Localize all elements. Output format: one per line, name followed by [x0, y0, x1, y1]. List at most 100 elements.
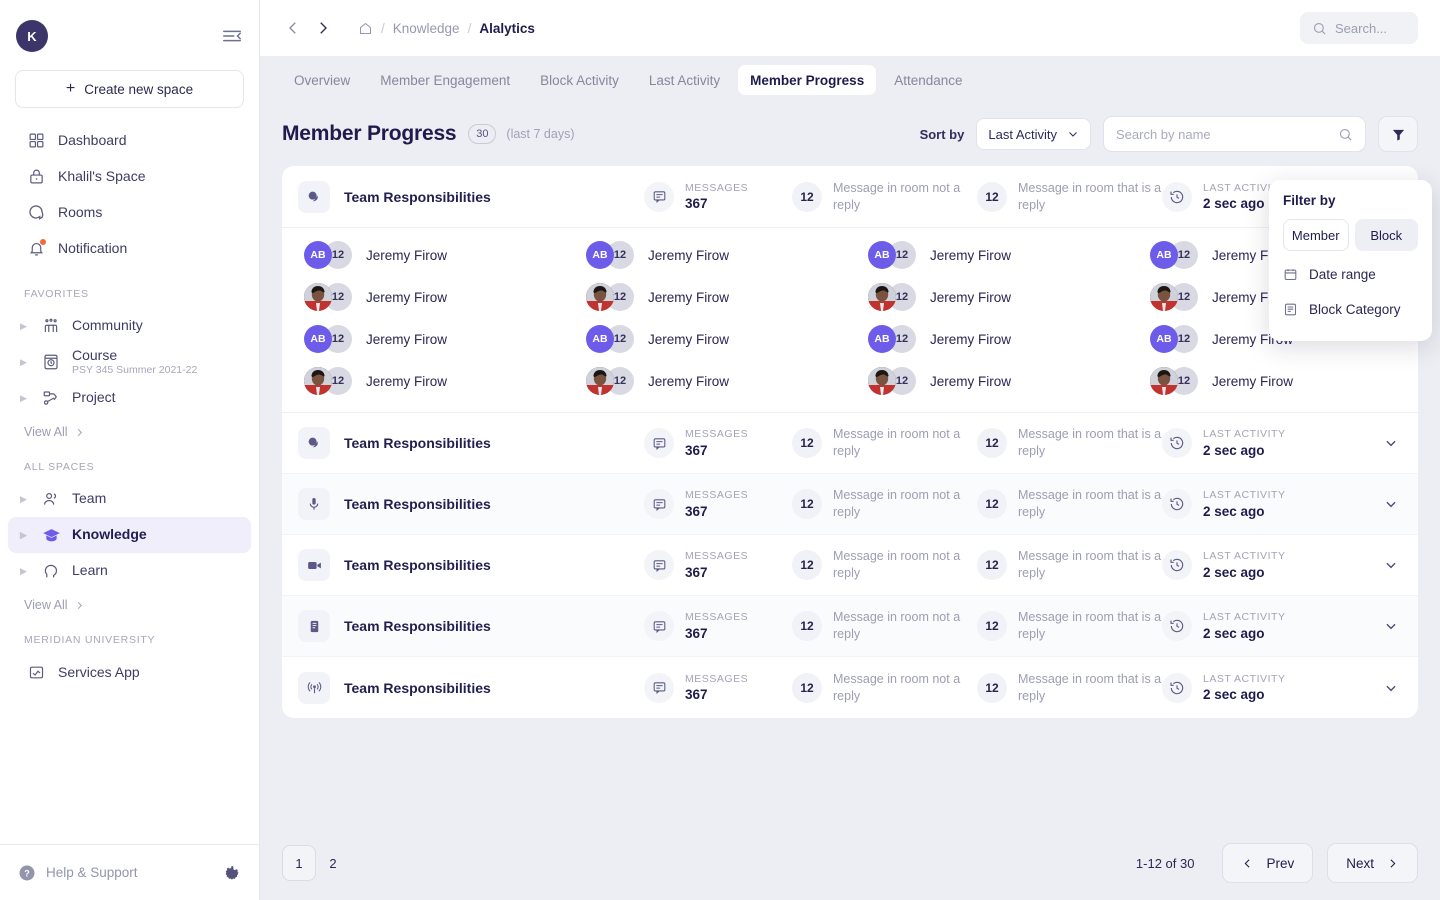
- member-cell[interactable]: 12 Jeremy Firow: [568, 276, 850, 318]
- sidebar-item-learn[interactable]: ▶ Learn: [8, 553, 251, 589]
- not-reply-stat: 12 Message in room not a reply: [792, 609, 977, 642]
- page-button-1[interactable]: 1: [282, 845, 316, 881]
- user-avatar[interactable]: K: [16, 20, 48, 52]
- member-cell[interactable]: AB 12 Jeremy Firow: [286, 318, 568, 360]
- member-cell[interactable]: 12 Jeremy Firow: [568, 360, 850, 402]
- notification-dot: [40, 239, 46, 245]
- tab-last-activity[interactable]: Last Activity: [637, 65, 732, 95]
- member-cell[interactable]: 12 Jeremy Firow: [850, 276, 1132, 318]
- avatar: [304, 367, 332, 395]
- expand-caret-icon[interactable]: ▶: [20, 531, 30, 540]
- next-page-button[interactable]: Next: [1327, 843, 1418, 883]
- filter-segment-block[interactable]: Block: [1355, 219, 1419, 251]
- help-and-support-button[interactable]: ? Help & Support: [18, 864, 138, 882]
- member-name: Jeremy Firow: [930, 374, 1011, 389]
- not-reply-count: 12: [792, 611, 822, 641]
- tab-member-progress[interactable]: Member Progress: [738, 65, 876, 95]
- table-row[interactable]: Team Responsibilities MESSAGES 367 12 Me…: [282, 474, 1418, 535]
- sidebar-item-team[interactable]: ▶ Team: [8, 481, 251, 517]
- filter-option-date-range[interactable]: Date range: [1283, 257, 1418, 292]
- sidebar-item-notification[interactable]: Notification: [8, 230, 251, 266]
- sidebar-item-label: Services App: [58, 664, 140, 680]
- history-clock-icon: [1162, 428, 1192, 458]
- topbar: / Knowledge / Alalytics Search...: [260, 0, 1440, 56]
- create-new-space-button[interactable]: + Create new space: [15, 70, 244, 108]
- analytics-tabs: Overview Member Engagement Block Activit…: [260, 56, 1440, 104]
- sidebar-item-course[interactable]: ▶ Course PSY 345 Summer 2021-22: [8, 344, 251, 380]
- not-reply-count: 12: [792, 673, 822, 703]
- search-by-name-box[interactable]: [1103, 116, 1366, 152]
- member-cell[interactable]: 12 Jeremy Firow: [850, 360, 1132, 402]
- tab-attendance[interactable]: Attendance: [882, 65, 974, 95]
- filter-button[interactable]: [1378, 116, 1418, 152]
- expand-row-chevron-icon[interactable]: [1380, 619, 1402, 633]
- member-name: Jeremy Firow: [648, 332, 729, 347]
- message-icon: [644, 550, 674, 580]
- tab-overview[interactable]: Overview: [282, 65, 362, 95]
- spaces-view-all-link[interactable]: View All: [0, 589, 259, 612]
- sidebar-item-services-app[interactable]: Services App: [8, 654, 251, 690]
- expand-caret-icon[interactable]: ▶: [20, 394, 30, 403]
- table-row[interactable]: Team Responsibilities MESSAGES 367 12 Me…: [282, 657, 1418, 718]
- expand-caret-icon[interactable]: ▶: [20, 495, 30, 504]
- member-cell[interactable]: AB 12 Jeremy Firow: [850, 318, 1132, 360]
- messages-label: MESSAGES: [685, 672, 748, 688]
- table-row[interactable]: Team Responsibilities MESSAGES 367 12 Me…: [282, 413, 1418, 474]
- svg-text:?: ?: [24, 868, 30, 878]
- main-content: / Knowledge / Alalytics Search... Overvi…: [260, 0, 1440, 900]
- member-cell[interactable]: AB 12 Jeremy Firow: [286, 234, 568, 276]
- table-row[interactable]: Team Responsibilities MESSAGES 367 12 Me…: [282, 535, 1418, 596]
- document-icon: [298, 610, 330, 642]
- table-card-wrapper: Team Responsibilities MESSAGES 367 12 Me…: [260, 154, 1440, 826]
- expand-caret-icon[interactable]: ▶: [20, 358, 30, 367]
- table-row[interactable]: Team Responsibilities MESSAGES 367 12 Me…: [282, 166, 1418, 228]
- lock-icon: [26, 166, 46, 186]
- filter-segment-member[interactable]: Member: [1283, 219, 1349, 251]
- last-activity-label: LAST ACTIVITY: [1203, 427, 1286, 443]
- prev-page-button[interactable]: Prev: [1222, 843, 1313, 883]
- sidebar-item-knowledge[interactable]: ▶ Knowledge: [8, 517, 251, 553]
- filter-segmented-control: Member Block: [1283, 219, 1418, 251]
- member-cell[interactable]: 12 Jeremy Firow: [1132, 360, 1414, 402]
- expand-row-chevron-icon[interactable]: [1380, 681, 1402, 695]
- avatar: AB: [1150, 241, 1178, 269]
- sidebar-item-rooms[interactable]: Rooms: [8, 194, 251, 230]
- sidebar-item-project[interactable]: ▶ Project: [8, 380, 251, 416]
- breadcrumb: / Knowledge / Alalytics: [358, 21, 535, 36]
- chat-bubble-icon: [26, 202, 46, 222]
- tab-block-activity[interactable]: Block Activity: [528, 65, 631, 95]
- tab-member-engagement[interactable]: Member Engagement: [368, 65, 522, 95]
- all-spaces-header: All SPACES: [0, 439, 259, 481]
- sidebar-item-community[interactable]: ▶ Community: [8, 308, 251, 344]
- help-circle-icon: ?: [18, 864, 36, 882]
- breadcrumb-knowledge[interactable]: Knowledge: [393, 21, 460, 36]
- member-cell[interactable]: 12 Jeremy Firow: [286, 276, 568, 318]
- member-cell[interactable]: AB 12 Jeremy Firow: [568, 318, 850, 360]
- gear-icon[interactable]: [224, 864, 241, 881]
- collapse-sidebar-icon[interactable]: [221, 25, 243, 47]
- member-cell[interactable]: 12 Jeremy Firow: [286, 360, 568, 402]
- member-cell[interactable]: AB 12 Jeremy Firow: [850, 234, 1132, 276]
- view-all-label: View All: [24, 425, 68, 439]
- search-input[interactable]: [1116, 127, 1338, 142]
- expand-caret-icon[interactable]: ▶: [20, 322, 30, 331]
- sidebar-item-khalils-space[interactable]: Khalil's Space: [8, 158, 251, 194]
- favorites-header: FAVORITES: [0, 266, 259, 308]
- sidebar-item-dashboard[interactable]: Dashboard: [8, 122, 251, 158]
- not-reply-label: Message in room not a reply: [833, 487, 977, 520]
- member-cell[interactable]: AB 12 Jeremy Firow: [568, 234, 850, 276]
- member-name: Jeremy Firow: [648, 248, 729, 263]
- expand-caret-icon[interactable]: ▶: [20, 567, 30, 576]
- filter-option-block-category[interactable]: Block Category: [1283, 292, 1418, 327]
- global-search-button[interactable]: Search...: [1300, 12, 1418, 44]
- home-icon[interactable]: [358, 21, 373, 36]
- sort-by-select[interactable]: Last Activity: [976, 118, 1091, 150]
- expand-row-chevron-icon[interactable]: [1380, 497, 1402, 511]
- expand-row-chevron-icon[interactable]: [1380, 436, 1402, 450]
- back-button[interactable]: [278, 13, 308, 43]
- table-row[interactable]: Team Responsibilities MESSAGES 367 12 Me…: [282, 596, 1418, 657]
- expand-row-chevron-icon[interactable]: [1380, 558, 1402, 572]
- forward-button[interactable]: [308, 13, 338, 43]
- favorites-view-all-link[interactable]: View All: [0, 416, 259, 439]
- page-button-2[interactable]: 2: [316, 845, 350, 881]
